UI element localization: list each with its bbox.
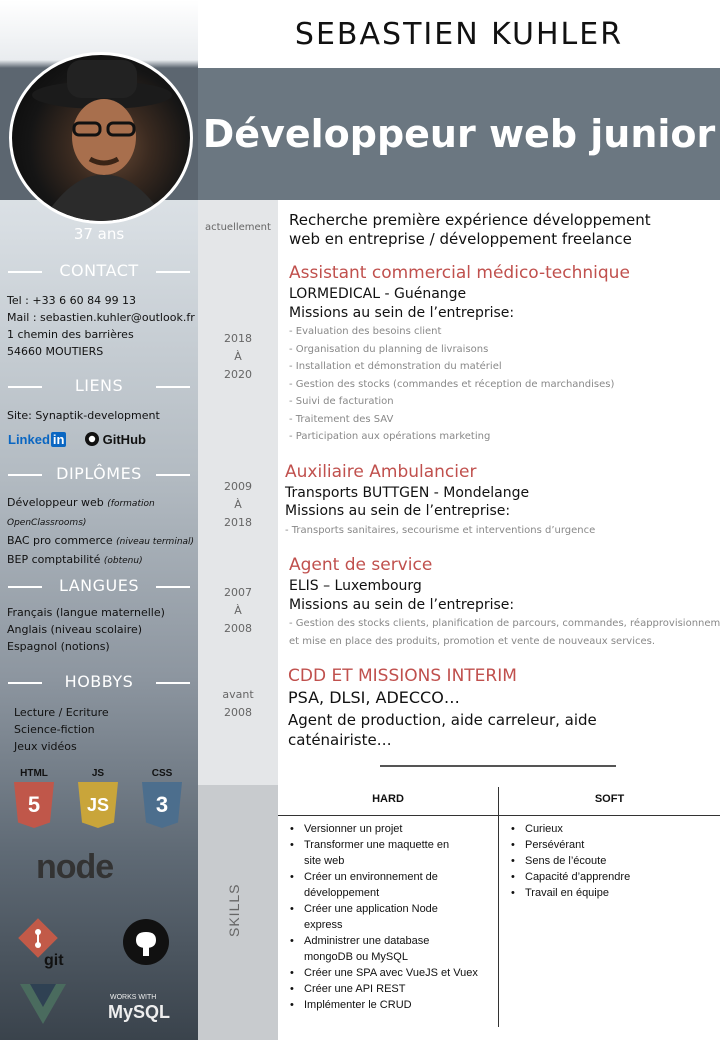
mission-item: - Participation aux opérations marketing [289, 431, 491, 442]
hard-skills-list: Versionner un projet Transformer une maq… [284, 821, 494, 1013]
mission-item: - Evaluation des besoins client [289, 326, 442, 337]
missions-2: Missions au sein de l’entreprise: [285, 503, 511, 519]
company-2: Transports BUTTGEN - Mondelange [285, 485, 530, 501]
github-logo[interactable]: GitHub [85, 432, 146, 447]
hard-skills-header: HARD [372, 793, 404, 805]
hobbys-title: HOBBYS [0, 672, 198, 691]
hard-skill-item: Versionner un projet [284, 821, 494, 837]
skills-header-line [278, 815, 720, 816]
hard-skill-item: Créer une application Nodeexpress [284, 901, 494, 933]
soft-skills-header: SOFT [594, 793, 625, 805]
diplome-item: BEP comptabilité (obtenu) [7, 553, 143, 566]
js-label: JS [91, 768, 105, 779]
contact-phone: Tel : +33 6 60 84 99 13 [7, 294, 137, 307]
person-name: SEBASTIEN KUHLER [294, 17, 624, 52]
vuejs-icon [20, 984, 66, 1024]
git-label: git [44, 952, 64, 969]
diplome-item: OpenClassrooms) [7, 518, 87, 528]
hobbys-list: Lecture / Ecriture Science-fiction Jeux … [14, 704, 109, 755]
current-status-line-1: Recherche première expérience développem… [289, 211, 651, 229]
javascript-icon: JS [78, 782, 118, 828]
job-description-4-line-1: Agent de production, aide carreleur, aid… [288, 711, 597, 729]
job-title-2: Auxiliaire Ambulancier [285, 462, 477, 482]
github-octocat-icon [122, 918, 170, 966]
mission-item: - Suivi de facturation [289, 396, 394, 407]
hobby-item: Science-fiction [14, 723, 95, 736]
linkedin-logo[interactable]: Linked in [8, 432, 67, 447]
nodejs-icon: node [36, 848, 114, 886]
html5-icon: 5 [14, 782, 54, 828]
css-label: CSS [151, 768, 173, 779]
langues-title: LANGUES [0, 576, 198, 595]
langue-item: Français (langue maternelle) [7, 606, 165, 619]
diplome-item: Développeur web (formation [7, 496, 155, 509]
missions-list-1: - Evaluation des besoins client - Organi… [289, 323, 614, 446]
langues-list: Français (langue maternelle) Anglais (ni… [7, 604, 165, 655]
css3-icon: 3 [142, 782, 182, 828]
diplome-item: BAC pro commerce (niveau terminal) [7, 534, 195, 547]
hobby-item: Jeux vidéos [14, 740, 77, 753]
missions-list-3: - Gestion des stocks clients, planificat… [289, 615, 720, 650]
skills-column-divider [498, 787, 499, 1027]
mysql-tagline: WORKS WITH [110, 994, 157, 1001]
hard-skill-item: Transformer une maquette ensite web [284, 837, 494, 869]
hard-skill-item: Créer une API REST [284, 981, 494, 997]
mysql-icon: MySQL [108, 1002, 171, 1022]
soft-skill-item: Travail en équipe [505, 885, 715, 901]
job-title: Développeur web junior [202, 112, 716, 156]
site-link[interactable]: Site: Synaptik-development [7, 407, 160, 424]
section-divider [380, 765, 616, 767]
date-current: actuellement [205, 222, 271, 233]
profile-photo [9, 52, 193, 224]
mission-item: et mise en place des produits, promotion… [289, 635, 656, 647]
hobby-item: Lecture / Ecriture [14, 706, 109, 719]
age: 37 ans [73, 225, 125, 243]
liens-title: LIENS [0, 376, 198, 395]
current-status-line-2: web en entreprise / développement freela… [289, 230, 632, 248]
contact-address: 1 chemin des barrières [7, 328, 134, 341]
hard-skill-item: Créer une SPA avec VueJS et Vuex [284, 965, 494, 981]
soft-skill-item: Capacité d’apprendre [505, 869, 715, 885]
mission-item: - Installation et démonstration du matér… [289, 361, 502, 372]
langue-item: Anglais (niveau scolaire) [7, 623, 143, 636]
date-range-3: 2007 À 2008 [224, 586, 252, 635]
company-4: PSA, DLSI, ADECCO… [288, 688, 460, 707]
job-title-4: CDD ET MISSIONS INTERIM [288, 666, 517, 686]
job-description-4-line-2: caténairiste… [288, 731, 392, 749]
mission-item: - Gestion des stocks clients, planificat… [289, 618, 720, 629]
langue-item: Espagnol (notions) [7, 640, 110, 653]
mission-item: - Organisation du planning de livraisons [289, 343, 489, 355]
hard-skill-item: Créer un environnement dedéveloppement [284, 869, 494, 901]
date-range-4: avant 2008 [222, 688, 254, 719]
html-label: HTML [20, 768, 48, 779]
contact-block: Tel : +33 6 60 84 99 13 Mail : sebastien… [7, 292, 195, 360]
mission-item: - Traitement des SAV [289, 413, 394, 425]
soft-skill-item: Curieux [505, 821, 715, 837]
contact-city: 54660 MOUTIERS [7, 345, 104, 358]
company-1: LORMEDICAL - Guénange [289, 286, 467, 302]
hard-skill-item: Administrer une databasemongoDB ou MySQL [284, 933, 494, 965]
diplomes-list: Développeur web (formation OpenClassroom… [7, 494, 194, 570]
hard-skill-item: Implémenter le CRUD [284, 997, 494, 1013]
company-3: ELIS – Luxembourg [289, 578, 422, 594]
date-range-1: 2018 À 2020 [224, 332, 252, 381]
contact-email[interactable]: Mail : sebastien.kuhler@outlook.fr [7, 309, 195, 326]
soft-skill-item: Sens de l’écoute [505, 853, 715, 869]
missions-3: Missions au sein de l’entreprise: [289, 597, 515, 613]
mission-item: - Transports sanitaires, secourisme et i… [285, 525, 596, 536]
soft-skill-item: Persévérant [505, 837, 715, 853]
date-range-2: 2009 À 2018 [224, 480, 252, 529]
github-icon [85, 432, 99, 446]
diplomes-title: DIPLÔMES [0, 464, 198, 483]
skills-label: SKILLS [226, 883, 242, 937]
profile-photo-illustration [32, 60, 172, 221]
missions-list-2: - Transports sanitaires, secourisme et i… [285, 522, 595, 540]
missions-1: Missions au sein de l’entreprise: [289, 305, 515, 321]
contact-title: CONTACT [0, 261, 198, 280]
mission-item: - Gestion des stocks (commandes et récep… [289, 378, 615, 390]
soft-skills-list: Curieux Persévérant Sens de l’écoute Cap… [505, 821, 715, 901]
job-title-1: Assistant commercial médico-technique [289, 263, 630, 283]
job-title-3: Agent de service [289, 555, 433, 575]
